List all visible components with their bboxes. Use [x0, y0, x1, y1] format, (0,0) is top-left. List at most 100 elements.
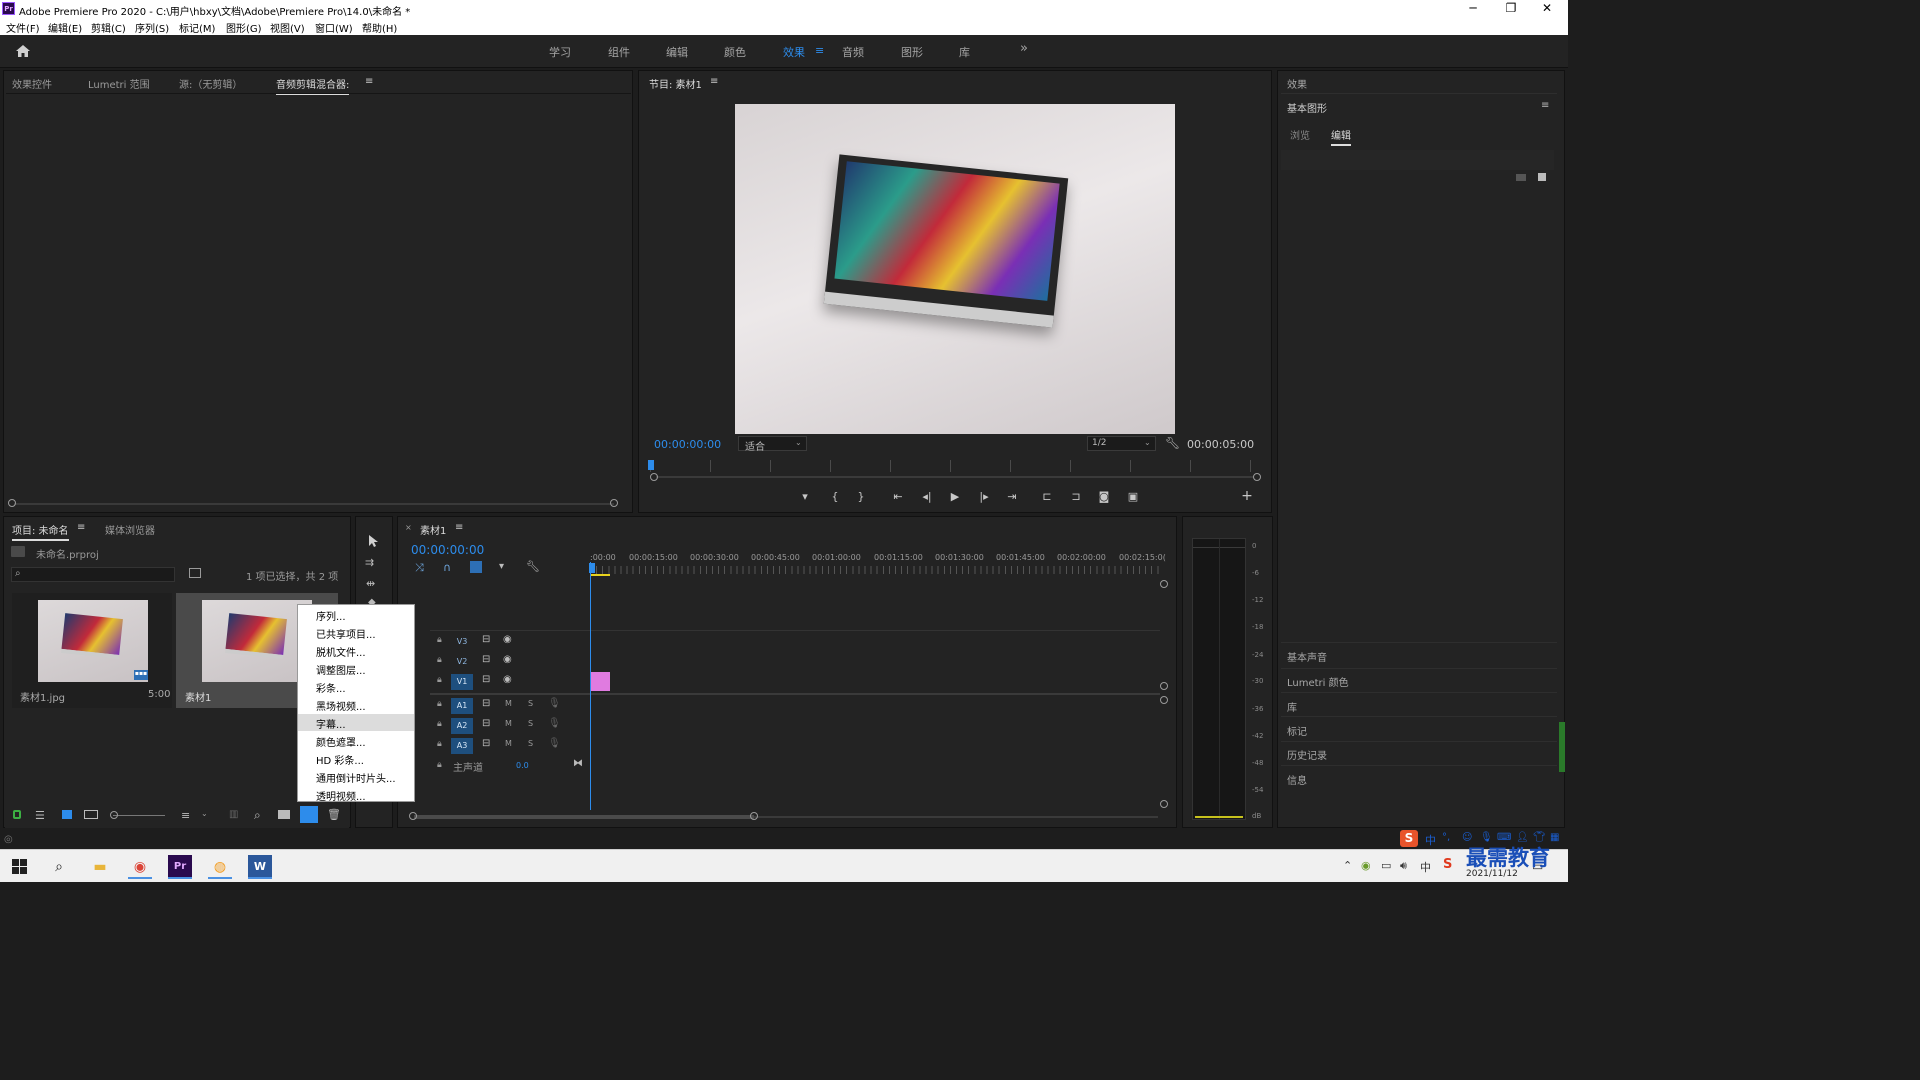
new-search-bin-icon[interactable] [189, 568, 201, 578]
track-lock-icon[interactable]: 🔒︎ [437, 635, 442, 645]
master-volume-value[interactable]: 0.0 [516, 761, 529, 770]
menu-file[interactable]: 文件(F) [6, 20, 40, 35]
new-layer-icon[interactable] [1516, 174, 1526, 181]
audio-scroll-handle-top[interactable] [1160, 696, 1168, 704]
timeline-zoom-handle-right[interactable] [750, 812, 758, 820]
work-area-bar[interactable] [590, 574, 610, 576]
add-marker-icon[interactable]: ▾ [797, 490, 813, 503]
context-menu-item-hd-bars[interactable]: HD 彩条... [316, 752, 364, 767]
track-lock-icon[interactable]: 🔒︎ [437, 760, 442, 770]
menu-marker[interactable]: 标记(M) [179, 20, 215, 35]
more-workspaces-icon[interactable]: » [1020, 41, 1028, 56]
go-to-out-icon[interactable]: ⇥ [1004, 490, 1020, 503]
project-search-input[interactable]: ⌕ [11, 567, 175, 582]
context-menu-item-shared-project[interactable]: 已共享项目... [316, 626, 376, 641]
essential-graphics-menu-icon[interactable]: ≡ [1541, 100, 1549, 111]
voice-over-mic-icon[interactable]: 🎙︎ [548, 738, 561, 749]
sort-icon[interactable]: ≡ [181, 809, 190, 822]
snap-icon[interactable]: ∩ [443, 561, 451, 574]
selection-tool-icon[interactable] [368, 534, 379, 548]
sync-lock-icon[interactable]: ⊟ [482, 718, 490, 729]
voice-over-mic-icon[interactable]: 🎙︎ [548, 698, 561, 709]
mute-button[interactable]: M [505, 699, 512, 708]
program-zoom-handle-left[interactable] [650, 473, 658, 481]
graphics-panel-icon[interactable] [1538, 173, 1546, 181]
home-icon[interactable] [15, 44, 31, 58]
program-current-timecode[interactable]: 00:00:00:00 [654, 438, 721, 451]
solo-button[interactable]: S [528, 699, 533, 708]
tab-media-browser[interactable]: 媒体浏览器 [105, 522, 155, 537]
track-lock-icon[interactable]: 🔒︎ [437, 739, 442, 749]
source-panel-menu-icon[interactable]: ≡ [365, 76, 373, 87]
context-menu-item-offline-file[interactable]: 脱机文件... [316, 644, 366, 659]
video-scroll-handle-top[interactable] [1160, 580, 1168, 588]
track-lock-icon[interactable]: 🔒︎ [437, 719, 442, 729]
mark-out-icon[interactable]: } [853, 490, 869, 503]
fit-dropdown[interactable]: 适合 ⌄ [738, 436, 807, 453]
context-menu-item-adjustment-layer[interactable]: 调整图层... [316, 662, 366, 677]
workspace-menu-icon[interactable]: ≡ [815, 44, 824, 57]
comparison-view-icon[interactable]: ▣ [1125, 490, 1141, 503]
nest-toggle-icon[interactable]: ⤨ [415, 561, 424, 575]
restore-icon[interactable]: ❐ [1496, 1, 1526, 15]
linked-selection-icon[interactable] [470, 561, 482, 573]
solo-button[interactable]: S [528, 719, 533, 728]
timeline-clip-v1[interactable] [591, 672, 610, 691]
program-zoom-track[interactable] [656, 476, 1254, 478]
go-to-in-icon[interactable]: ⇤ [890, 490, 906, 503]
tray-app-icon[interactable]: ◉ [1361, 859, 1371, 872]
button-editor-icon[interactable]: + [1239, 488, 1255, 504]
track-target-a3[interactable]: A3 [451, 738, 473, 754]
menu-view[interactable]: 视图(V) [270, 20, 305, 35]
timeline-settings-wrench-icon[interactable]: 🔧︎ [526, 560, 540, 573]
context-menu-item-transparent-video[interactable]: 透明视频... [316, 788, 366, 803]
project-item-jpg[interactable]: ▪▪▪ 素材1.jpg 5:00 [12, 593, 172, 708]
trash-icon[interactable]: 🗑︎ [327, 808, 341, 821]
ime-indicator[interactable]: 中 [1420, 859, 1431, 875]
timeline-title[interactable]: 素材1 [420, 522, 446, 537]
export-frame-icon[interactable]: ◙ [1096, 490, 1112, 503]
track-lock-icon[interactable]: 🔒︎ [437, 675, 442, 685]
source-scroll-track[interactable] [14, 503, 614, 505]
word-icon[interactable]: W [248, 855, 272, 879]
find-icon[interactable]: ⌕ [254, 808, 261, 823]
section-markers[interactable]: 标记 [1287, 723, 1307, 738]
audio-scroll-handle-bottom[interactable] [1160, 800, 1168, 808]
effects-panel-title[interactable]: 效果 [1287, 76, 1307, 91]
graphics-layer-list[interactable] [1281, 150, 1554, 170]
solo-button[interactable]: S [528, 739, 533, 748]
menu-help[interactable]: 帮助(H) [362, 20, 397, 35]
sync-lock-icon[interactable]: ⊟ [482, 738, 490, 749]
menu-edit[interactable]: 编辑(E) [48, 20, 82, 35]
tab-source[interactable]: 源:（无剪辑） [179, 76, 242, 91]
track-target-a1[interactable]: A1 [451, 698, 473, 714]
context-menu-item-color-matte[interactable]: 颜色遮罩... [316, 734, 366, 749]
tab-lumetri-scopes[interactable]: Lumetri 范围 [88, 76, 150, 91]
workspace-learning[interactable]: 学习 [549, 44, 571, 60]
workspace-libraries[interactable]: 库 [959, 44, 970, 60]
freeform-view-icon[interactable] [84, 810, 98, 819]
timeline-playhead[interactable] [590, 562, 591, 810]
track-lock-icon[interactable]: 🔒︎ [437, 655, 442, 665]
timeline-playhead-head[interactable] [589, 563, 595, 573]
sync-lock-icon[interactable]: ⊟ [482, 674, 490, 685]
sync-lock-icon[interactable]: ⊟ [482, 654, 490, 665]
section-lumetri-color[interactable]: Lumetri 颜色 [1287, 674, 1349, 689]
resolution-dropdown[interactable]: 1/2 ⌄ [1087, 436, 1156, 451]
ripple-edit-tool-icon[interactable]: ⇹ [366, 577, 375, 590]
zoom-slider-handle[interactable] [110, 811, 118, 819]
menu-clip[interactable]: 剪辑(C) [91, 20, 126, 35]
tab-project[interactable]: 项目: 未命名 [12, 522, 69, 541]
workspace-color[interactable]: 颜色 [724, 44, 746, 60]
track-target-v1[interactable]: V1 [451, 674, 473, 690]
track-lock-icon[interactable]: 🔒︎ [437, 699, 442, 709]
video-scroll-handle-bottom[interactable] [1160, 682, 1168, 690]
voice-over-mic-icon[interactable]: 🎙︎ [548, 718, 561, 729]
source-scroll-handle-left[interactable] [8, 499, 16, 507]
step-forward-icon[interactable]: |▸ [976, 490, 992, 503]
track-select-tool-icon[interactable]: ⇉ [365, 556, 374, 569]
program-video-frame[interactable] [735, 104, 1175, 434]
master-go-to-end-icon[interactable]: ⧓ [573, 758, 583, 769]
file-explorer-icon[interactable]: ▬ [88, 855, 112, 879]
minimize-icon[interactable]: ─ [1458, 1, 1488, 15]
